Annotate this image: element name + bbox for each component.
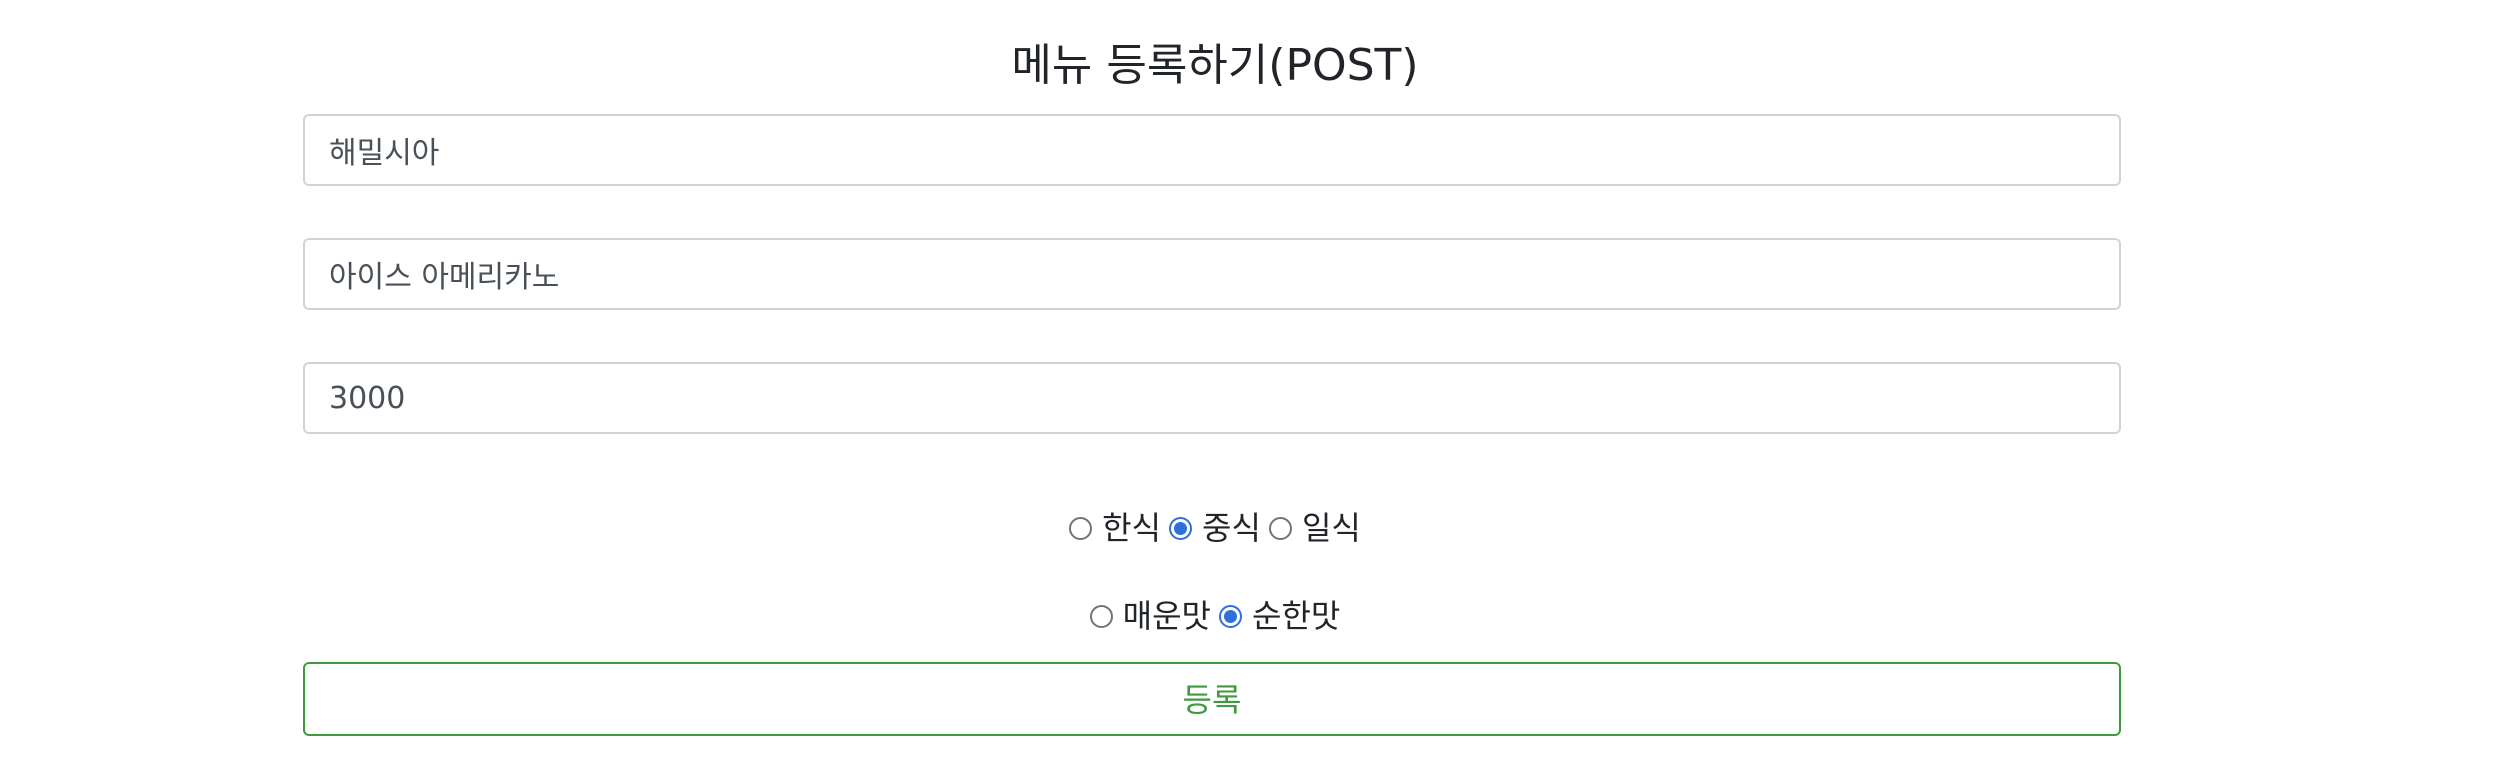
radio-label-mild: 순한맛 — [1252, 597, 1341, 635]
radio-japanese[interactable] — [1268, 516, 1292, 540]
radio-label-korean: 한식 — [1102, 509, 1162, 547]
radio-option-chinese[interactable]: 중식 — [1169, 505, 1261, 551]
radio-option-spicy[interactable]: 매운맛 — [1089, 593, 1211, 639]
radio-label-spicy: 매운맛 — [1122, 597, 1211, 635]
menu-name-input[interactable] — [303, 238, 2121, 310]
radio-chinese[interactable] — [1169, 516, 1193, 540]
radio-spicy[interactable] — [1089, 604, 1113, 628]
submit-button[interactable]: 등록 — [303, 662, 2121, 736]
radio-mild[interactable] — [1219, 604, 1242, 628]
radio-label-chinese: 중식 — [1202, 509, 1261, 547]
menu-register-page: 메뉴 등록하기(POST) 한식 중식 일식 매운맛 순한맛 등록 — [0, 0, 2508, 762]
taste-radio-group: 매운맛 순한맛 — [0, 593, 2430, 639]
page-title: 메뉴 등록하기(POST) — [1011, 40, 1419, 91]
radio-option-mild[interactable]: 순한맛 — [1219, 593, 1340, 639]
cuisine-radio-group: 한식 중식 일식 — [0, 505, 2430, 551]
radio-korean[interactable] — [1069, 516, 1093, 540]
price-input[interactable] — [303, 362, 2121, 434]
radio-label-japanese: 일식 — [1301, 509, 1361, 547]
radio-option-japanese[interactable]: 일식 — [1268, 505, 1361, 551]
store-name-input[interactable] — [303, 114, 2121, 186]
radio-option-korean[interactable]: 한식 — [1069, 505, 1161, 551]
